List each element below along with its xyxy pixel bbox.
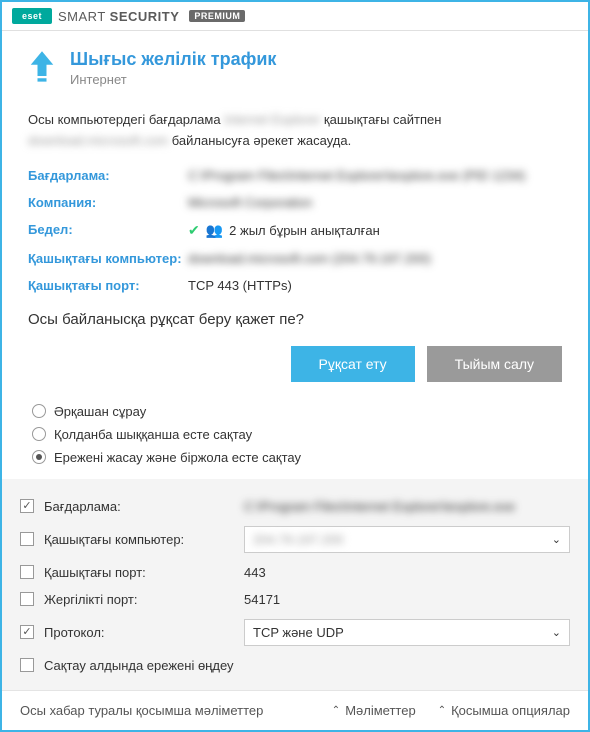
check-icon: ✔ — [188, 222, 200, 239]
info-app-label: Бағдарлама: — [28, 168, 188, 183]
brand-bold: SECURITY — [110, 9, 180, 24]
people-icon: 👥 — [206, 222, 223, 239]
rule-edit-label: Сақтау алдында ережені өңдеу — [44, 658, 234, 673]
info-reputation-value: ✔ 👥 2 жыл бұрын анықталған — [188, 222, 562, 239]
deny-button[interactable]: Тыйым салу — [427, 346, 562, 382]
rule-protocol-checkbox[interactable] — [20, 625, 34, 639]
rule-remote-comp-select[interactable]: 204.79.197.200 ⌄ — [244, 526, 570, 553]
radio-icon — [32, 427, 46, 441]
rule-edit-checkbox[interactable] — [20, 658, 34, 672]
rule-app-row: Бағдарлама: C:\Program Files\Internet Ex… — [20, 493, 570, 520]
info-company-label: Компания: — [28, 195, 188, 210]
rule-local-port-row: Жергілікті порт: 54171 — [20, 586, 570, 613]
outbound-arrow-icon — [28, 49, 56, 88]
footer-more-info-link[interactable]: Осы хабар туралы қосымша мәліметтер — [20, 703, 263, 718]
info-company-value: Microsoft Corporation — [188, 195, 562, 210]
allow-button[interactable]: Рұқсат ету — [291, 346, 415, 382]
rule-remote-port-value: 443 — [244, 565, 570, 580]
rule-remote-port-label: Қашықтағы порт: — [44, 565, 234, 580]
premium-badge: PREMIUM — [189, 10, 245, 22]
radio-create-rule-label: Ережені жасау және біржола есте сақтау — [54, 450, 301, 465]
info-remote-port-value: TCP 443 (HTTPs) — [188, 278, 562, 293]
rule-app-checkbox[interactable] — [20, 499, 34, 513]
brand-text: SMART SECURITY — [58, 9, 179, 24]
radio-always-ask[interactable]: Әрқашан сұрау — [32, 400, 562, 423]
caret-up-icon: ⌃ — [438, 705, 446, 716]
rule-remote-port-row: Қашықтағы порт: 443 — [20, 559, 570, 586]
rule-protocol-label: Протокол: — [44, 625, 234, 640]
permission-question: Осы байланысқа рұқсат беру қажет пе? — [28, 311, 562, 328]
info-remote-comp-value: download.microsoft.com (204.79.197.200) — [188, 251, 562, 266]
info-reputation-label: Бедел: — [28, 222, 188, 239]
footer: Осы хабар туралы қосымша мәліметтер ⌃ Мә… — [2, 690, 588, 730]
info-app-value: C:\Program Files\Internet Explorer\iexpl… — [188, 168, 562, 183]
descr-app-blur: Internet Explorer — [224, 112, 320, 127]
dialog-subtitle: Интернет — [70, 72, 276, 87]
descr-part3: байланысуға әрекет жасауда. — [168, 133, 351, 148]
descr-part1: Осы компьютердегі бағдарлама — [28, 112, 224, 127]
rule-protocol-value: TCP және UDP — [253, 625, 344, 640]
footer-details-label: Мәліметтер — [345, 703, 416, 718]
rule-local-port-value: 54171 — [244, 592, 570, 607]
rule-app-label: Бағдарлама: — [44, 499, 234, 514]
description-text: Осы компьютердегі бағдарлама Internet Ex… — [28, 110, 562, 152]
reputation-text: 2 жыл бұрын анықталған — [229, 223, 380, 238]
titlebar: eset SMART SECURITY PREMIUM — [2, 2, 588, 31]
brand-logo: eset SMART SECURITY PREMIUM — [12, 8, 245, 24]
radio-icon — [32, 450, 46, 464]
rule-local-port-label: Жергілікті порт: — [44, 592, 234, 607]
rule-edit-row: Сақтау алдында ережені өңдеу — [20, 652, 570, 679]
rule-remote-comp-value: 204.79.197.200 — [253, 532, 343, 547]
rule-section: Бағдарлама: C:\Program Files\Internet Ex… — [2, 479, 588, 690]
rule-remote-comp-row: Қашықтағы компьютер: 204.79.197.200 ⌄ — [20, 520, 570, 559]
remember-radio-group: Әрқашан сұрау Қолданба шыққанша есте сақ… — [28, 400, 562, 469]
caret-up-icon: ⌃ — [332, 705, 340, 716]
footer-details-toggle[interactable]: ⌃ Мәліметтер — [332, 703, 416, 718]
dialog-title: Шығыс желілік трафик — [70, 49, 276, 70]
radio-until-quit[interactable]: Қолданба шыққанша есте сақтау — [32, 423, 562, 446]
rule-remote-comp-checkbox[interactable] — [20, 532, 34, 546]
info-remote-comp-label: Қашықтағы компьютер: — [28, 251, 188, 266]
footer-extra-toggle[interactable]: ⌃ Қосымша опциялар — [438, 703, 570, 718]
chevron-down-icon: ⌄ — [552, 533, 561, 546]
rule-protocol-select[interactable]: TCP және UDP ⌄ — [244, 619, 570, 646]
eset-logo-icon: eset — [12, 8, 52, 24]
rule-remote-comp-label: Қашықтағы компьютер: — [44, 532, 234, 547]
rule-app-value: C:\Program Files\Internet Explorer\iexpl… — [244, 499, 570, 514]
info-remote-port-label: Қашықтағы порт: — [28, 278, 188, 293]
brand-plain: SMART — [58, 9, 110, 24]
radio-until-quit-label: Қолданба шыққанша есте сақтау — [54, 427, 252, 442]
descr-site-blur: download.microsoft.com — [28, 133, 168, 148]
chevron-down-icon: ⌄ — [552, 626, 561, 639]
rule-local-port-checkbox[interactable] — [20, 592, 34, 606]
info-grid: Бағдарлама: C:\Program Files\Internet Ex… — [28, 168, 562, 293]
rule-protocol-row: Протокол: TCP және UDP ⌄ — [20, 613, 570, 652]
descr-part2: қашықтағы сайтпен — [320, 112, 441, 127]
radio-create-rule[interactable]: Ережені жасау және біржола есте сақтау — [32, 446, 562, 469]
rule-remote-port-checkbox[interactable] — [20, 565, 34, 579]
footer-extra-label: Қосымша опциялар — [451, 703, 570, 718]
radio-icon — [32, 404, 46, 418]
radio-always-ask-label: Әрқашан сұрау — [54, 404, 146, 419]
